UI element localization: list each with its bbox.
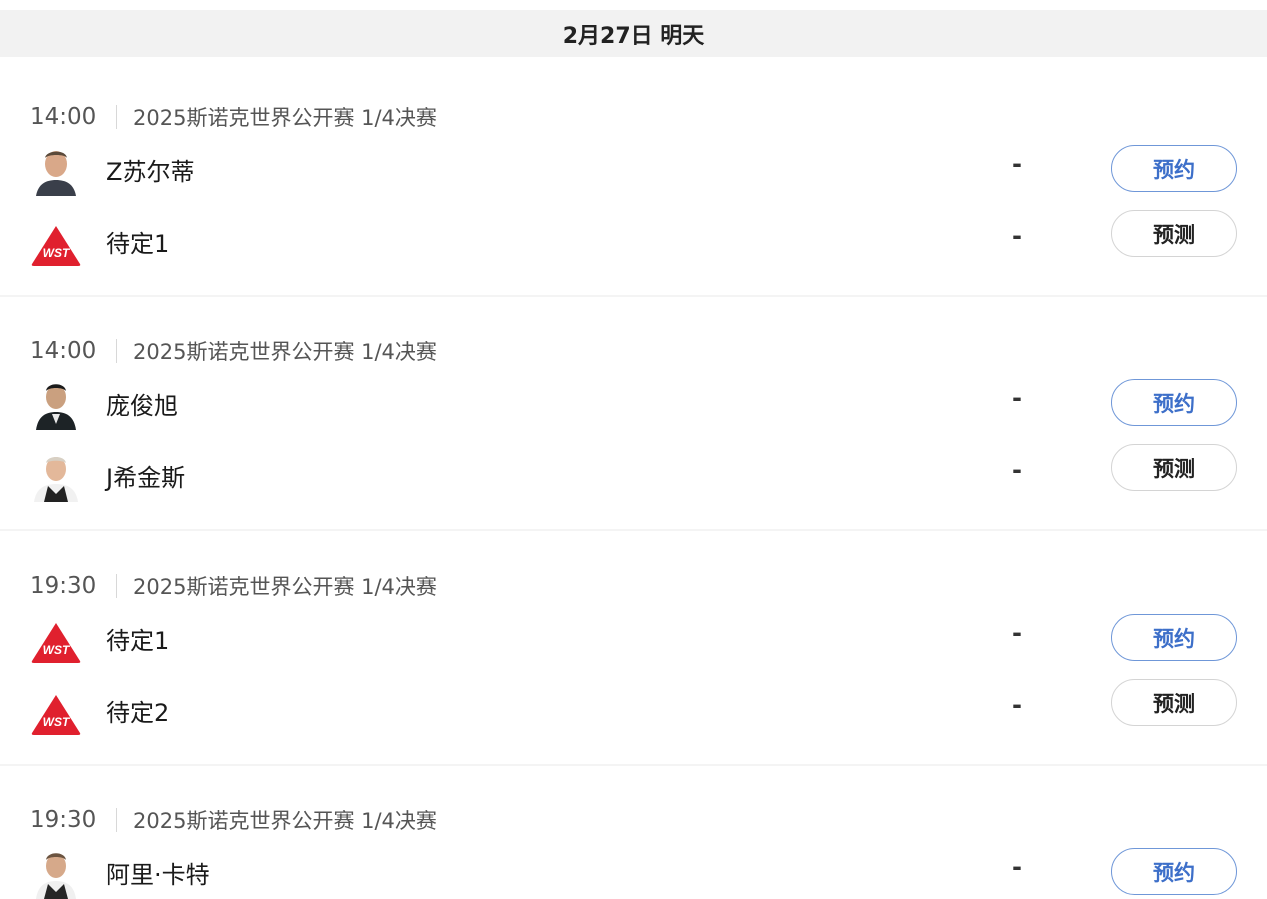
reserve-button[interactable]: 预约: [1111, 145, 1237, 192]
divider: [0, 529, 1267, 531]
player-photo-icon: [30, 847, 82, 899]
match-time: 14:00: [30, 338, 97, 364]
predict-button[interactable]: 预测: [1111, 210, 1237, 257]
match-time: 19:30: [30, 573, 97, 599]
wst-logo-icon: WST: [30, 216, 82, 268]
reserve-button[interactable]: 预约: [1111, 379, 1237, 426]
player-name: 庞俊旭: [106, 392, 178, 420]
divider: [116, 105, 117, 129]
player-row: WST 待定2 - 预测: [0, 679, 1267, 737]
svg-text:WST: WST: [43, 643, 71, 657]
divider: [116, 574, 117, 598]
player-row: WST 待定1 - 预约: [0, 609, 1267, 665]
player-row: WST 待定1 - 预测: [0, 210, 1267, 268]
player-row: 庞俊旭 - 预约: [0, 374, 1267, 430]
event-name: 2025斯诺克世界公开赛 1/4决赛: [133, 575, 437, 599]
svg-text:WST: WST: [43, 715, 71, 729]
match-meta: 19:30 2025斯诺克世界公开赛 1/4决赛: [30, 571, 437, 601]
match-meta: 14:00 2025斯诺克世界公开赛 1/4决赛: [30, 102, 437, 132]
event-name: 2025斯诺克世界公开赛 1/4决赛: [133, 340, 437, 364]
date-header: 2月27日 明天: [0, 10, 1267, 57]
player-score: -: [1012, 691, 1022, 719]
event-name: 2025斯诺克世界公开赛 1/4决赛: [133, 809, 437, 833]
predict-button[interactable]: 预测: [1111, 444, 1237, 491]
event-name: 2025斯诺克世界公开赛 1/4决赛: [133, 106, 437, 130]
player-name: 待定1: [106, 627, 170, 655]
player-row: 阿里·卡特 - 预约: [0, 843, 1267, 899]
match-card: 19:30 2025斯诺克世界公开赛 1/4决赛 WST 待定1 - 预约 WS…: [0, 541, 1267, 766]
player-name: J希金斯: [106, 464, 186, 492]
divider: [116, 339, 117, 363]
svg-text:WST: WST: [43, 246, 71, 260]
player-score: -: [1012, 222, 1022, 250]
wst-logo-icon: WST: [30, 613, 82, 665]
player-row: Z苏尔蒂 - 预约: [0, 140, 1267, 196]
player-score: -: [1012, 456, 1022, 484]
divider: [0, 295, 1267, 297]
predict-button[interactable]: 预测: [1111, 679, 1237, 726]
player-score: -: [1012, 853, 1022, 881]
player-name: 待定2: [106, 699, 170, 727]
match-card: 14:00 2025斯诺克世界公开赛 1/4决赛 Z苏尔蒂 - 预约 WST 待…: [0, 72, 1267, 297]
player-name: 阿里·卡特: [106, 861, 210, 889]
player-photo-icon: [30, 378, 82, 430]
player-score: -: [1012, 384, 1022, 412]
match-meta: 19:30 2025斯诺克世界公开赛 1/4决赛: [30, 805, 437, 835]
player-score: -: [1012, 150, 1022, 178]
match-card: 14:00 2025斯诺克世界公开赛 1/4决赛 庞俊旭 - 预约 J希金斯 -…: [0, 306, 1267, 531]
divider: [116, 808, 117, 832]
player-photo-icon: [30, 450, 82, 502]
reserve-button[interactable]: 预约: [1111, 848, 1237, 895]
divider: [0, 764, 1267, 766]
match-meta: 14:00 2025斯诺克世界公开赛 1/4决赛: [30, 336, 437, 366]
player-name: Z苏尔蒂: [106, 158, 195, 186]
match-card: 19:30 2025斯诺克世界公开赛 1/4决赛 阿里·卡特 - 预约: [0, 775, 1267, 899]
match-time: 14:00: [30, 104, 97, 130]
player-photo-icon: [30, 144, 82, 196]
player-row: J希金斯 - 预测: [0, 444, 1267, 502]
reserve-button[interactable]: 预约: [1111, 614, 1237, 661]
player-score: -: [1012, 619, 1022, 647]
wst-logo-icon: WST: [30, 685, 82, 737]
match-time: 19:30: [30, 807, 97, 833]
player-name: 待定1: [106, 230, 170, 258]
